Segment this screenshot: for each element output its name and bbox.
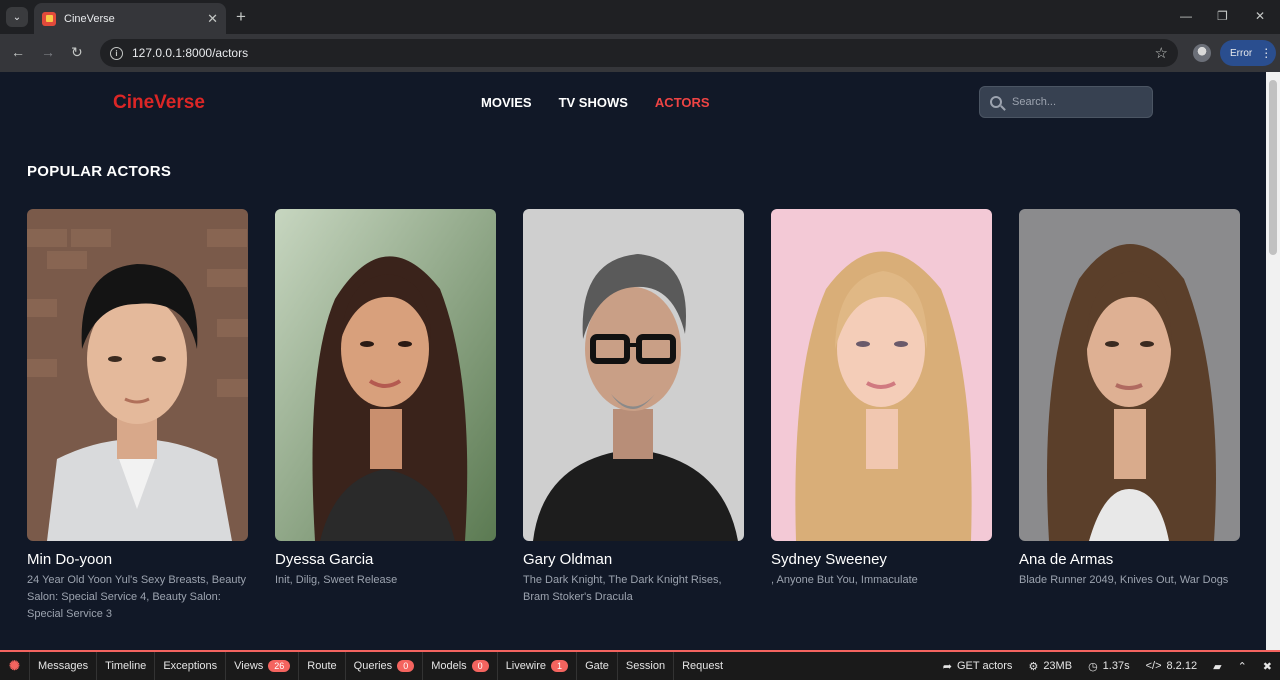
cogs-icon: ⚙ [1028, 660, 1039, 673]
url-text: 127.0.0.1:8000/actors [132, 46, 249, 60]
section-title: POPULAR ACTORS [27, 163, 172, 180]
count-badge: 1 [551, 660, 569, 672]
site-info-icon[interactable]: i [110, 46, 123, 60]
code-icon: </> [1145, 660, 1162, 672]
debug-time[interactable]: ◷ 1.37s [1080, 652, 1138, 680]
debug-php-version[interactable]: </> 8.2.12 [1138, 652, 1206, 680]
actor-name[interactable]: Gary Oldman [523, 551, 744, 568]
reload-icon[interactable]: ↻ [71, 44, 83, 60]
tab-search-button[interactable]: ⌄ [6, 7, 28, 27]
laravel-logo-icon[interactable]: ✺ [0, 652, 30, 680]
browser-tab[interactable]: CineVerse ✕ [34, 3, 226, 34]
error-label: Error [1230, 47, 1253, 59]
count-badge: 0 [471, 660, 489, 672]
address-bar[interactable]: i 127.0.0.1:8000/actors ☆ [100, 39, 1178, 67]
memory-text: 23MB [1043, 660, 1073, 672]
debug-tab-label: Messages [38, 660, 89, 672]
site-logo[interactable]: CineVerse [113, 92, 205, 114]
actors-grid: Min Do-yoon 24 Year Old Yoon Yul's Sexy … [27, 209, 1240, 623]
route-text: GET actors [957, 660, 1013, 672]
debug-route[interactable]: ➦ GET actors [935, 652, 1021, 680]
minimize-icon[interactable]: — [1180, 9, 1192, 23]
tab-title: CineVerse [64, 12, 115, 25]
debug-tab-label: Views [234, 660, 264, 672]
favicon-icon [42, 11, 56, 26]
more-vert-icon: ⋮ [1260, 46, 1273, 60]
debug-tab-messages[interactable]: Messages [30, 652, 98, 680]
actor-card[interactable]: Ana de Armas Blade Runner 2049, Knives O… [1019, 209, 1240, 623]
debug-tab-label: Livewire [505, 660, 547, 672]
debug-tab-session[interactable]: Session [618, 652, 675, 680]
forward-icon[interactable]: → [41, 44, 55, 60]
search-icon [990, 96, 1002, 108]
actor-known-for: 24 Year Old Yoon Yul's Sexy Breasts, Bea… [27, 574, 246, 620]
actor-photo[interactable] [275, 209, 496, 541]
debug-tab-label: Session [625, 660, 666, 672]
error-button[interactable]: Error ⋮ [1220, 40, 1276, 66]
count-badge: 26 [268, 660, 291, 672]
actor-known-for: Blade Runner 2049, Knives Out, War Dogs [1019, 574, 1229, 586]
debug-tab-models[interactable]: Models 0 [423, 652, 498, 680]
debug-tab-label: Request [682, 660, 724, 672]
actor-card[interactable]: Dyessa Garcia Init, Dilig, Sweet Release [275, 209, 496, 623]
close-window-icon[interactable]: ✕ [1255, 9, 1265, 23]
browser-tabstrip: ⌄ CineVerse ✕ + — ❐ ✕ [0, 0, 1280, 34]
actor-photo[interactable] [771, 209, 992, 541]
actor-card[interactable]: Sydney Sweeney , Anyone But You, Immacul… [771, 209, 992, 623]
share-icon: ➦ [942, 660, 952, 673]
debug-tab-label: Route [307, 660, 337, 672]
debug-tab-livewire[interactable]: Livewire 1 [498, 652, 578, 680]
actor-known-for: The Dark Knight, The Dark Knight Rises, … [523, 574, 722, 603]
chevron-up-icon[interactable]: ⌃ [1230, 652, 1255, 680]
debug-tab-views[interactable]: Views 26 [226, 652, 300, 680]
new-tab-icon[interactable]: + [236, 8, 246, 25]
debug-tab-label: Exceptions [163, 660, 218, 672]
debug-tab-label: Models [431, 660, 467, 672]
php-version-text: 8.2.12 [1166, 660, 1198, 672]
close-debugbar-icon[interactable]: ✖ [1255, 652, 1280, 680]
restore-icon[interactable]: ❐ [1217, 9, 1228, 23]
actor-known-for: Init, Dilig, Sweet Release [275, 574, 398, 586]
count-badge: 0 [397, 660, 415, 672]
browser-toolbar: ← → ↻ i 127.0.0.1:8000/actors ☆ [0, 34, 1280, 72]
actor-known-for: , Anyone But You, Immaculate [771, 574, 918, 586]
actor-photo[interactable] [27, 209, 248, 541]
actor-photo[interactable] [523, 209, 744, 541]
actor-name[interactable]: Min Do-yoon [27, 551, 248, 568]
debug-tab-label: Gate [585, 660, 609, 672]
nav-movies[interactable]: MOVIES [481, 95, 532, 110]
debug-tab-exceptions[interactable]: Exceptions [155, 652, 227, 680]
scrollbar-thumb[interactable] [1269, 80, 1277, 255]
nav-tv-shows[interactable]: TV SHOWS [559, 95, 628, 110]
debug-tab-timeline[interactable]: Timeline [97, 652, 156, 680]
page-scrollbar[interactable] [1266, 72, 1280, 650]
clock-icon: ◷ [1088, 660, 1098, 673]
debug-tab-queries[interactable]: Queries 0 [346, 652, 424, 680]
search-box[interactable] [979, 86, 1153, 118]
actor-name[interactable]: Dyessa Garcia [275, 551, 496, 568]
debugbar: ✺ Messages Timeline Exceptions Views 26 R… [0, 650, 1280, 680]
actor-card[interactable]: Gary Oldman The Dark Knight, The Dark Kn… [523, 209, 744, 623]
debug-tab-route[interactable]: Route [299, 652, 346, 680]
main-nav: MOVIES TV SHOWS ACTORS [481, 95, 710, 110]
back-icon[interactable]: ← [11, 44, 25, 60]
profile-avatar[interactable] [1193, 44, 1211, 62]
actor-card[interactable]: Min Do-yoon 24 Year Old Yoon Yul's Sexy … [27, 209, 248, 623]
bookmark-star-icon[interactable]: ☆ [1155, 44, 1168, 62]
debug-tab-request[interactable]: Request [674, 652, 731, 680]
debug-tab-label: Timeline [105, 660, 147, 672]
debug-tab-gate[interactable]: Gate [577, 652, 618, 680]
nav-actors[interactable]: ACTORS [655, 95, 710, 110]
search-input[interactable] [1012, 96, 1132, 108]
page-content: CineVerse MOVIES TV SHOWS ACTORS POPULAR… [0, 72, 1266, 650]
actor-photo[interactable] [1019, 209, 1240, 541]
actor-name[interactable]: Ana de Armas [1019, 551, 1240, 568]
actor-name[interactable]: Sydney Sweeney [771, 551, 992, 568]
debug-tab-label: Queries [353, 660, 393, 672]
time-text: 1.37s [1102, 660, 1130, 672]
debug-memory[interactable]: ⚙ 23MB [1020, 652, 1080, 680]
folder-open-icon[interactable]: ▰ [1205, 652, 1229, 680]
close-tab-icon[interactable]: ✕ [207, 11, 218, 27]
debug-stats: ➦ GET actors ⚙ 23MB ◷ 1.37s </> 8.2.12 ▰ ⌃ ✖ [935, 652, 1280, 680]
